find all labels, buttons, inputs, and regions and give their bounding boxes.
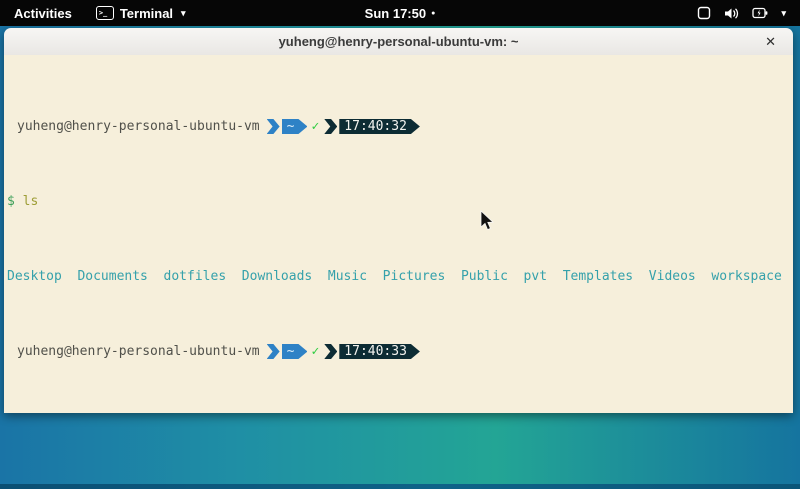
check-icon: ✓ xyxy=(311,344,319,359)
terminal-window: yuheng@henry-personal-ubuntu-vm: ~ ✕ yuh… xyxy=(4,28,793,413)
notification-dot: ● xyxy=(431,10,435,17)
prompt-symbol: $ xyxy=(7,194,15,209)
terminal-app-icon: >_ xyxy=(96,6,114,20)
command-line: $ ls xyxy=(7,194,793,209)
prompt-cwd: ~ xyxy=(287,344,295,359)
powerline-arrow-icon xyxy=(324,119,337,134)
close-button[interactable]: ✕ xyxy=(761,28,780,55)
app-menu-terminal[interactable]: >_ Terminal ▾ xyxy=(86,0,196,26)
ls-output-line: Desktop Documents dotfiles Downloads Mus… xyxy=(7,269,793,284)
prompt-line: yuheng@henry-personal-ubuntu-vm ~ ✓ 17:4… xyxy=(7,344,793,359)
titlebar[interactable]: yuheng@henry-personal-ubuntu-vm: ~ ✕ xyxy=(4,28,793,56)
display-icon xyxy=(697,6,711,20)
prompt-time: 17:40:32 xyxy=(344,119,407,134)
powerline-arrow-icon xyxy=(267,119,280,134)
top-bar: Activities >_ Terminal ▾ Sun 17:50 ● ▾ xyxy=(0,0,800,26)
app-menu-label: Terminal xyxy=(120,6,173,21)
prompt-user-host: yuheng@henry-personal-ubuntu-vm xyxy=(17,344,260,359)
wallpaper-bottom-edge xyxy=(0,484,800,489)
prompt-time: 17:40:33 xyxy=(344,344,407,359)
terminal-output[interactable]: yuheng@henry-personal-ubuntu-vm ~ ✓ 17:4… xyxy=(4,55,793,413)
powerline-arrow-icon xyxy=(324,344,337,359)
activities-button[interactable]: Activities xyxy=(0,0,86,26)
typed-command: ls xyxy=(23,194,39,209)
clock[interactable]: Sun 17:50 ● xyxy=(365,6,436,21)
chevron-down-icon: ▾ xyxy=(781,8,786,19)
clock-label: Sun 17:50 xyxy=(365,6,426,21)
prompt-line: yuheng@henry-personal-ubuntu-vm ~ ✓ 17:4… xyxy=(7,119,793,134)
chevron-down-icon: ▾ xyxy=(181,8,186,19)
system-status-area[interactable]: ▾ xyxy=(683,0,800,26)
powerline-arrow-icon xyxy=(267,344,280,359)
prompt-user-host: yuheng@henry-personal-ubuntu-vm xyxy=(17,119,260,134)
prompt-cwd: ~ xyxy=(287,119,295,134)
volume-icon xyxy=(724,7,739,20)
battery-charging-icon xyxy=(752,7,768,19)
check-icon: ✓ xyxy=(311,119,319,134)
window-title: yuheng@henry-personal-ubuntu-vm: ~ xyxy=(279,34,519,49)
directory-list: Desktop Documents dotfiles Downloads Mus… xyxy=(7,269,782,284)
